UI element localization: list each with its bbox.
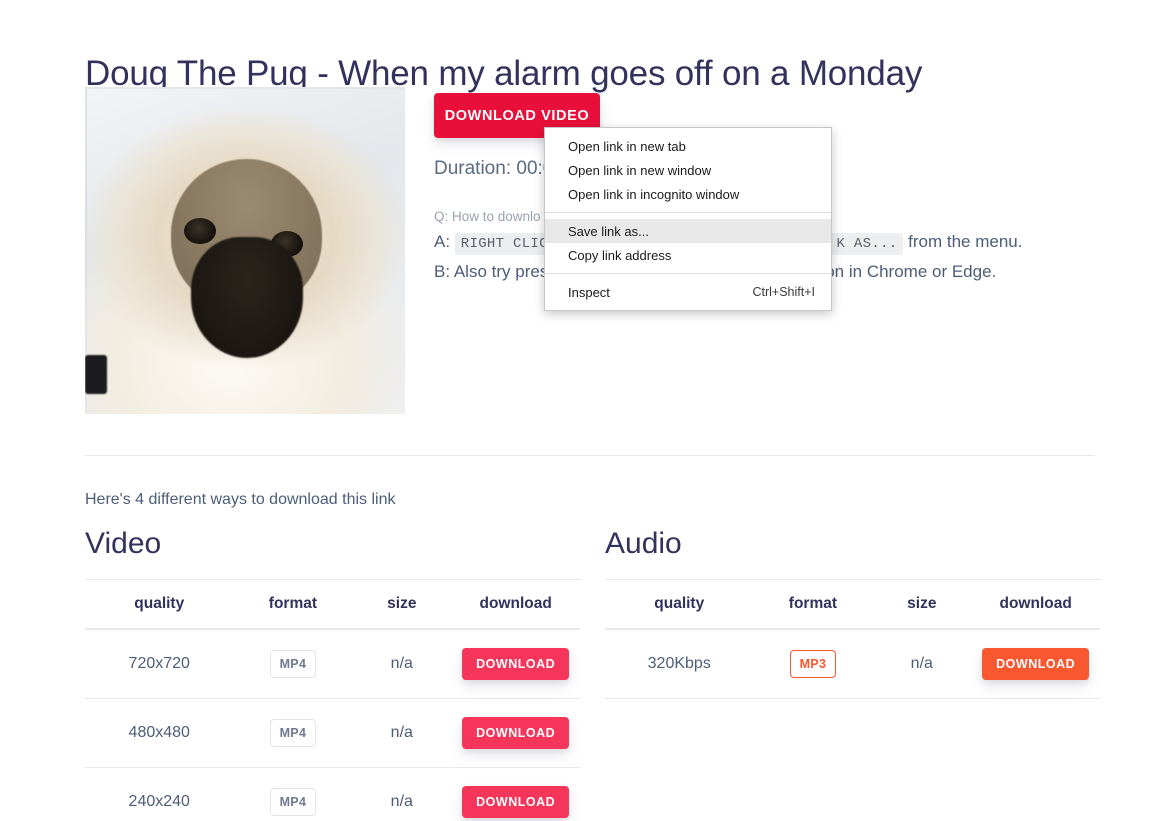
context-menu-item-label: Copy link address (568, 247, 672, 263)
context-menu-item-inspect[interactable]: Inspect Ctrl+Shift+I (545, 280, 831, 304)
context-menu-separator (545, 273, 831, 274)
cell-download: DOWNLOAD (971, 629, 1100, 699)
column-header-size: size (872, 579, 972, 630)
context-menu-item-open-link-in-incognito-window[interactable]: Open link in incognito window (545, 182, 831, 206)
column-header-quality: quality (85, 579, 234, 630)
cell-download: DOWNLOAD (451, 767, 580, 821)
section-divider (85, 455, 1095, 456)
download-button[interactable]: DOWNLOAD (982, 648, 1090, 680)
cell-size: n/a (352, 629, 452, 699)
column-header-size: size (352, 579, 452, 630)
download-button[interactable]: DOWNLOAD (462, 786, 570, 818)
format-badge: MP4 (269, 650, 317, 678)
cell-quality: 240x240 (85, 767, 234, 821)
cell-size: n/a (352, 767, 452, 821)
audio-table-head: quality format size download (605, 579, 1100, 630)
audio-header-row: quality format size download (605, 579, 1100, 630)
context-menu-item-open-link-in-new-tab[interactable]: Open link in new tab (545, 134, 831, 158)
cell-format: MP3 (753, 629, 873, 699)
save-link-as-code: K AS... (830, 233, 904, 255)
browser-context-menu[interactable]: Open link in new tab Open link in new wi… (544, 127, 832, 311)
cell-download: DOWNLOAD (451, 698, 580, 768)
format-badge: MP4 (269, 719, 317, 747)
table-row: 720x720 MP4 n/a DOWNLOAD (85, 629, 580, 699)
audio-table-body: 320Kbps MP3 n/a DOWNLOAD (605, 629, 1100, 699)
cell-format: MP4 (233, 629, 353, 699)
column-header-quality: quality (605, 579, 754, 630)
answer-a-suffix: from the menu. (903, 232, 1023, 251)
cell-download: DOWNLOAD (451, 629, 580, 699)
cell-quality: 720x720 (85, 629, 234, 699)
context-menu-item-label: Open link in incognito window (568, 186, 740, 202)
context-menu-item-label: Inspect (568, 284, 610, 300)
context-menu-item-label: Open link in new tab (568, 138, 686, 154)
column-header-format: format (233, 579, 353, 630)
thumbnail-dog-muzzle (190, 237, 303, 359)
video-heading: Video (85, 527, 162, 560)
video-header-row: quality format size download (85, 579, 580, 630)
context-menu-item-label: Save link as... (568, 223, 649, 239)
context-menu-item-shortcut: Ctrl+Shift+I (752, 285, 815, 299)
page-root: Doug The Pug - When my alarm goes off on… (0, 0, 1171, 821)
audio-table: quality format size download 320Kbps MP3… (605, 579, 1100, 699)
column-header-format: format (753, 579, 873, 630)
video-section: Video quality format size download 720x7… (85, 525, 580, 821)
cell-format: MP4 (233, 767, 353, 821)
table-row: 320Kbps MP3 n/a DOWNLOAD (605, 629, 1100, 699)
audio-heading: Audio (605, 527, 682, 560)
column-header-download: download (451, 579, 580, 630)
cell-quality: 320Kbps (605, 629, 754, 699)
download-button[interactable]: DOWNLOAD (462, 717, 570, 749)
cell-format: MP4 (233, 698, 353, 768)
context-menu-item-copy-link-address[interactable]: Copy link address (545, 243, 831, 267)
context-menu-item-save-link-as[interactable]: Save link as... (545, 219, 831, 243)
lead-text: Here's 4 different ways to download this… (85, 491, 396, 508)
context-menu-item-open-link-in-new-window[interactable]: Open link in new window (545, 158, 831, 182)
format-badge: MP4 (269, 788, 317, 816)
video-thumbnail (85, 87, 405, 414)
download-button[interactable]: DOWNLOAD (462, 648, 570, 680)
video-table-body: 720x720 MP4 n/a DOWNLOAD 480x480 MP4 n/a… (85, 629, 580, 821)
context-menu-item-label: Open link in new window (568, 162, 712, 178)
format-badge: MP3 (789, 650, 837, 678)
cell-size: n/a (352, 698, 452, 768)
thumbnail-dog-eye-left (184, 217, 217, 244)
audio-section: Audio quality format size download 320Kb… (605, 525, 1100, 699)
thumbnail-corner-shadow (85, 355, 108, 395)
duration-label: Duration: 00:0 (434, 158, 554, 179)
column-header-download: download (971, 579, 1100, 630)
table-row: 480x480 MP4 n/a DOWNLOAD (85, 698, 580, 768)
context-menu-separator (545, 212, 831, 213)
video-table-head: quality format size download (85, 579, 580, 630)
cell-quality: 480x480 (85, 698, 234, 768)
answer-b-text: B: Also try pres (434, 262, 549, 281)
answer-b-suffix: utton in Chrome or Edge. (806, 262, 997, 281)
answer-a-prefix: A: (434, 232, 455, 251)
cell-size: n/a (872, 629, 972, 699)
table-row: 240x240 MP4 n/a DOWNLOAD (85, 767, 580, 821)
video-table: quality format size download 720x720 MP4… (85, 579, 580, 821)
